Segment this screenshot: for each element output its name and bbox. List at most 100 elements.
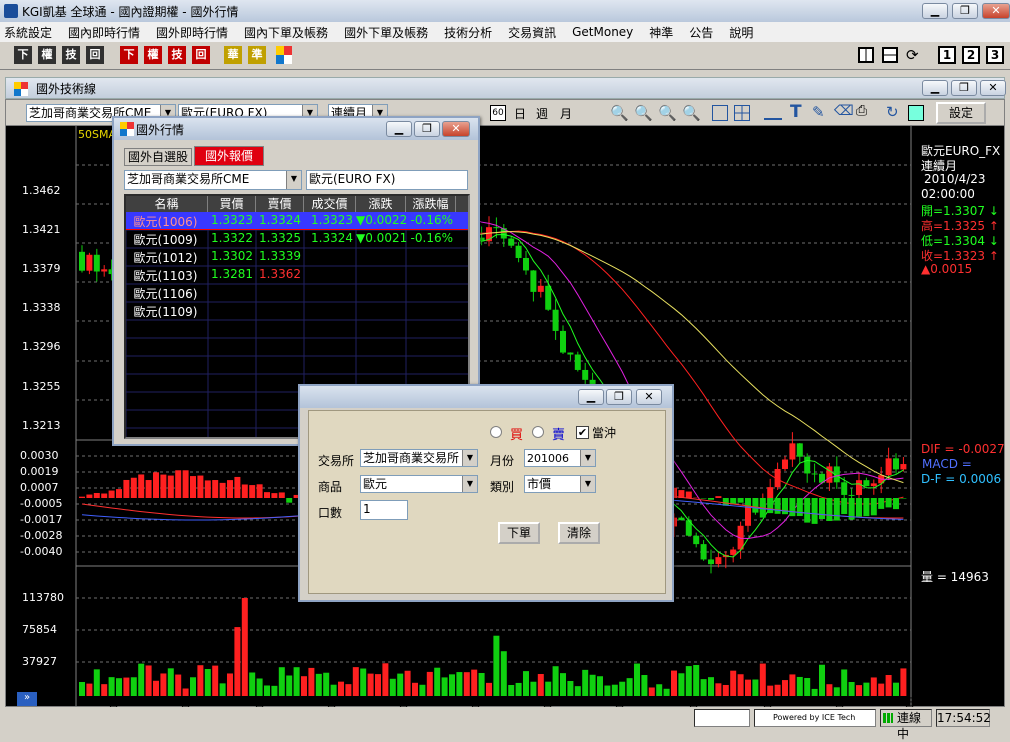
quote-minimize-button[interactable]: ▁ [386, 121, 412, 137]
macd-bar [168, 476, 174, 498]
toolbar-button-5[interactable]: 權 [144, 46, 162, 64]
menu-item-7[interactable]: GetMoney [572, 25, 633, 39]
chart-minimize-button[interactable]: ▁ [922, 80, 948, 96]
daytrade-checkbox[interactable]: ✔ [576, 426, 589, 439]
submit-order-button[interactable]: 下單 [498, 522, 540, 544]
table-cell: 1.3323 [208, 213, 256, 227]
color-box-icon[interactable] [908, 105, 924, 121]
candle-body [523, 258, 529, 270]
column-header[interactable]: 成交價 [304, 196, 356, 212]
settings-button[interactable]: 設定 [936, 102, 986, 124]
order-minimize-button[interactable]: ▁ [578, 389, 604, 405]
maximize-button[interactable]: ❐ [952, 3, 978, 19]
menu-item-9[interactable]: 公告 [689, 24, 713, 41]
crosshair-icon[interactable] [734, 105, 750, 121]
tab-watchlist[interactable]: 國外自選股 [124, 148, 192, 166]
menu-item-1[interactable]: 國內即時行情 [68, 24, 140, 41]
close-button[interactable]: ✕ [982, 3, 1010, 19]
print-icon[interactable]: ⎙ [856, 103, 867, 119]
quote-exchange-select[interactable]: 芝加哥商業交易所CME▼ [124, 170, 302, 190]
period-week-button[interactable]: 週 [536, 105, 548, 122]
table-row[interactable]: 歐元(1106) [126, 284, 468, 302]
macd-bar [160, 475, 166, 498]
hline-icon[interactable] [764, 106, 782, 120]
eraser-icon[interactable]: ⌫ [834, 103, 854, 119]
toolbar-button-0[interactable]: 下 [14, 46, 32, 64]
refresh-icon[interactable]: ↻ [886, 103, 899, 121]
type-select[interactable]: 市價▼ [524, 475, 596, 493]
macd-bar [863, 498, 869, 516]
toolbar-button-9[interactable]: 準 [248, 46, 266, 64]
period-60-button[interactable]: 60 [490, 105, 506, 121]
order-maximize-button[interactable]: ❐ [606, 389, 632, 405]
chart-close-button[interactable]: ✕ [980, 80, 1006, 96]
column-header[interactable]: 買價 [208, 196, 256, 212]
column-header[interactable]: 漲跌幅 [406, 196, 456, 212]
qty-input[interactable]: 1 [360, 500, 408, 520]
color-icon[interactable] [276, 46, 292, 64]
menu-item-8[interactable]: 神準 [649, 24, 673, 41]
order-product-select[interactable]: 歐元▼ [360, 475, 478, 493]
expand-icon[interactable]: » [17, 692, 37, 706]
split-v-icon[interactable] [858, 47, 874, 63]
macd-bar [175, 470, 181, 498]
quote-maximize-button[interactable]: ❐ [414, 121, 440, 137]
menu-item-3[interactable]: 國內下單及帳務 [244, 24, 328, 41]
table-row[interactable]: 歐元(1103)1.32811.3362 [126, 266, 468, 284]
table-row[interactable]: 歐元(1006)1.33231.33241.3323▼0.0022-0.16% [126, 212, 468, 230]
layout-button-2[interactable]: 3 [986, 46, 1004, 64]
toolbar-button-8[interactable]: 華 [224, 46, 242, 64]
toolbar-button-2[interactable]: 技 [62, 46, 80, 64]
order-close-button[interactable]: ✕ [636, 389, 662, 405]
zoom-plus-icon[interactable]: 🔍 [658, 104, 677, 122]
menu-item-4[interactable]: 國外下單及帳務 [344, 24, 428, 41]
period-month-button[interactable]: 月 [560, 105, 572, 122]
clock-icon[interactable]: ⟳ [906, 46, 919, 64]
tab-quotes[interactable]: 國外報價 [194, 146, 264, 166]
candle-body [797, 443, 803, 456]
layout-button-1[interactable]: 2 [962, 46, 980, 64]
menu-item-0[interactable]: 系統設定 [4, 24, 52, 41]
menu-item-6[interactable]: 交易資訊 [508, 24, 556, 41]
fit-icon[interactable] [712, 105, 728, 121]
macd-bar [738, 498, 744, 503]
layout-button-0[interactable]: 1 [938, 46, 956, 64]
column-header[interactable]: 漲跌 [356, 196, 406, 212]
toolbar-button-3[interactable]: 回 [86, 46, 104, 64]
quote-close-button[interactable]: ✕ [442, 121, 470, 137]
buy-radio[interactable] [490, 426, 502, 438]
table-row[interactable]: 歐元(1109) [126, 302, 468, 320]
zoom-in-icon[interactable]: 🔍 [634, 104, 653, 122]
table-row[interactable]: 歐元(1009)1.33221.33251.3324▼0.0021-0.16% [126, 230, 468, 248]
minimize-button[interactable]: ▁ [922, 3, 948, 19]
info-time: 02:00:00 [921, 187, 975, 201]
menu-item-10[interactable]: 說明 [729, 24, 753, 41]
menu-item-2[interactable]: 國外即時行情 [156, 24, 228, 41]
month-select[interactable]: 201006▼ [524, 449, 596, 467]
menu-item-5[interactable]: 技術分析 [444, 24, 492, 41]
column-header[interactable]: 賣價 [256, 196, 304, 212]
candle-body [701, 544, 707, 559]
sell-radio[interactable] [532, 426, 544, 438]
toolbar-button-6[interactable]: 技 [168, 46, 186, 64]
period-day-button[interactable]: 日 [514, 105, 526, 122]
text-tool-icon[interactable]: T [790, 102, 802, 122]
app-title: KGI凱基 全球通 - 國內證期權 - 國外行情 [22, 3, 238, 20]
split-h-icon[interactable] [882, 47, 898, 63]
toolbar-button-1[interactable]: 權 [38, 46, 56, 64]
table-row[interactable]: 歐元(1012)1.33021.3339 [126, 248, 468, 266]
quote-product-field[interactable]: 歐元(EURO FX) [306, 170, 468, 190]
toolbar-button-4[interactable]: 下 [120, 46, 138, 64]
order-exchange-select[interactable]: 芝加哥商業交易所▼ [360, 449, 478, 467]
toolbar-button-7[interactable]: 回 [192, 46, 210, 64]
pen-icon[interactable]: ✎ [812, 103, 825, 121]
zoom-icon[interactable]: 🔍 [610, 104, 629, 122]
volume-bar [301, 676, 307, 696]
zoom-out-icon[interactable]: 🔍 [682, 104, 701, 122]
clear-button[interactable]: 清除 [558, 522, 600, 544]
candle-body [856, 480, 862, 495]
chart-maximize-button[interactable]: ❐ [951, 80, 977, 96]
main-toolbar: 下權技回下權技回華準 ⟳ 123 [0, 42, 1010, 70]
column-header[interactable]: 名稱 [126, 196, 208, 212]
volume-bar [442, 677, 448, 696]
